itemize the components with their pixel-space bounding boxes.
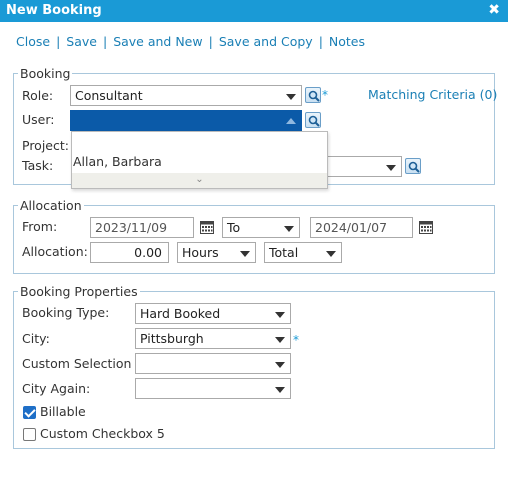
city-select[interactable]: Pittsburgh [135,328,291,349]
city-again-label: City Again: [22,381,91,396]
booking-type-label: Booking Type: [22,305,110,320]
role-value: Consultant [75,88,143,103]
unit-select[interactable]: Hours [177,242,256,263]
user-select[interactable] [70,110,302,131]
user-dropdown-list: Allan, Barbara ⌄ [71,131,328,189]
user-option[interactable]: Allan, Barbara [72,154,327,174]
chevron-up-icon [286,118,296,124]
chevron-down-icon [240,251,250,257]
dialog-titlebar: New Booking ✖ [0,0,508,22]
city-value: Pittsburgh [140,331,204,346]
role-search-icon[interactable] [305,87,321,103]
booking-legend: Booking [20,66,71,81]
allocation-legend: Allocation [20,198,82,213]
chevron-down-icon [275,312,285,318]
close-button[interactable]: Close [16,34,50,49]
required-marker: * [293,333,299,347]
notes-button[interactable]: Notes [329,34,365,49]
required-marker: * [322,88,328,102]
role-label: Role: [22,88,54,103]
dialog-title: New Booking [6,3,102,18]
task-search-icon[interactable] [405,158,421,174]
toolbar: Close | Save | Save and New | Save and Copy | No… [16,34,366,49]
chevron-down-icon [326,251,336,257]
allocation-amount-input[interactable]: 0.00 [90,242,169,263]
save-and-copy-button[interactable]: Save and Copy [219,34,313,49]
to-value: To [227,220,241,235]
chevron-double-down-icon[interactable]: ⌄ [72,173,327,188]
chevron-down-icon [275,362,285,368]
billable-checkbox[interactable] [23,406,36,419]
custom-checkbox-label: Custom Checkbox 5 [40,426,165,441]
custom-selection-label: Custom Selection 3: [22,356,148,371]
user-search-icon[interactable] [305,112,321,128]
project-label: Project: [22,138,69,153]
chevron-down-icon [386,165,396,171]
city-label: City: [22,331,50,346]
save-button[interactable]: Save [66,34,97,49]
allocation-label: Allocation: [22,244,88,259]
close-icon[interactable]: ✖ [488,2,500,18]
chevron-down-icon [275,337,285,343]
chevron-down-icon [286,94,296,100]
task-label: Task: [22,158,54,173]
role-select[interactable]: Consultant [70,85,302,106]
to-date-input[interactable]: 2024/01/07 [310,217,413,238]
user-label: User: [22,112,55,127]
allocation-mode-value: Total [269,245,299,260]
unit-value: Hours [182,245,219,260]
from-label: From: [22,219,58,234]
task-select[interactable] [326,156,402,177]
from-date-input[interactable]: 2023/11/09 [90,217,194,238]
billable-label: Billable [40,404,86,419]
allocation-mode-select[interactable]: Total [264,242,342,263]
chevron-down-icon [284,226,294,232]
city-again-select[interactable] [135,378,291,399]
chevron-down-icon [275,387,285,393]
matching-criteria-link[interactable]: Matching Criteria (0) [368,87,497,102]
calendar-icon[interactable] [418,219,434,235]
calendar-icon[interactable] [199,219,215,235]
to-select[interactable]: To [222,217,300,238]
booking-properties-legend: Booking Properties [20,284,138,299]
booking-type-value: Hard Booked [140,306,221,321]
custom-checkbox-5[interactable] [23,428,36,441]
custom-selection-select[interactable] [135,353,291,374]
save-and-new-button[interactable]: Save and New [113,34,202,49]
booking-type-select[interactable]: Hard Booked [135,303,291,324]
